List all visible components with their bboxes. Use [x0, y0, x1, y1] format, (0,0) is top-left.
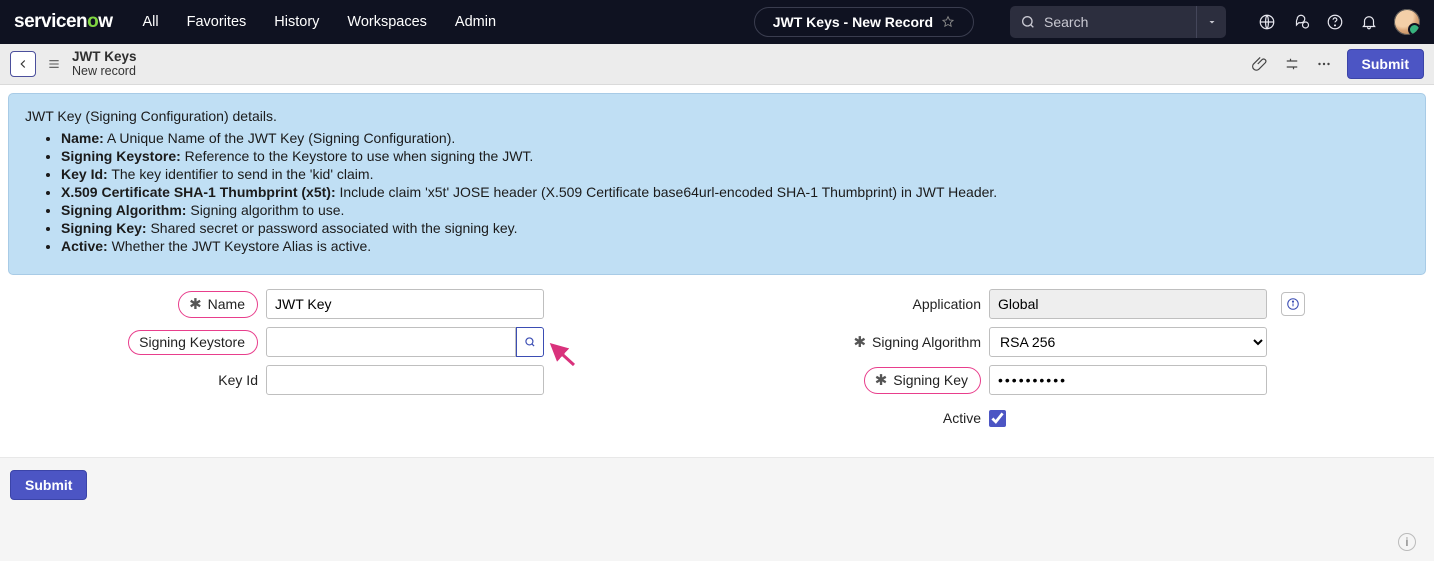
required-icon — [875, 371, 888, 389]
form-header-actions: Submit — [1251, 49, 1424, 79]
info-item: X.509 Certificate SHA-1 Thumbprint (x5t)… — [61, 184, 1409, 200]
nav-admin[interactable]: Admin — [455, 14, 496, 30]
name-label: Name — [208, 296, 245, 312]
info-item: Signing Keystore: Reference to the Keyst… — [61, 148, 1409, 164]
signing-key-input[interactable] — [989, 365, 1267, 395]
menu-icon — [46, 56, 62, 72]
caret-down-icon — [1206, 16, 1218, 28]
nav-history[interactable]: History — [274, 14, 319, 30]
signing-algorithm-select[interactable]: RSA 256 — [989, 327, 1267, 357]
search-icon — [1020, 14, 1036, 30]
personalize-icon[interactable] — [1283, 55, 1301, 73]
chevron-left-icon — [16, 57, 30, 71]
more-actions-icon[interactable] — [1315, 55, 1333, 73]
form-col-right: Application Signing Algorithm RSA 256 Si… — [737, 289, 1420, 441]
info-item: Name: A Unique Name of the JWT Key (Sign… — [61, 130, 1409, 146]
servicenow-logo: servicenow — [14, 11, 113, 33]
form-body: Name Signing Keystore Key Id — [0, 285, 1434, 457]
signing-keystore-label-highlight: Signing Keystore — [128, 330, 258, 355]
page-title-block: JWT Keys New record — [72, 50, 137, 79]
pill-label: JWT Keys - New Record — [773, 14, 933, 30]
attachment-icon[interactable] — [1251, 55, 1269, 73]
search-input[interactable]: Search — [1010, 6, 1196, 38]
search-dropdown[interactable] — [1196, 6, 1226, 38]
signing-algorithm-label: Signing Algorithm — [872, 334, 981, 350]
key-id-label: Key Id — [218, 372, 258, 388]
form-footer: Submit i — [0, 457, 1434, 561]
name-label-highlight: Name — [178, 291, 258, 318]
active-label: Active — [943, 410, 981, 426]
help-icon[interactable] — [1326, 13, 1344, 31]
required-icon — [189, 295, 202, 313]
signing-key-label-highlight: Signing Key — [864, 367, 981, 394]
global-nav: All Favorites History Workspaces Admin — [143, 14, 497, 30]
signing-keystore-input[interactable] — [266, 327, 516, 357]
signing-key-label: Signing Key — [893, 372, 968, 388]
back-button[interactable] — [10, 51, 36, 77]
globe-icon[interactable] — [1258, 13, 1276, 31]
nav-workspaces[interactable]: Workspaces — [347, 14, 427, 30]
footer-info-icon[interactable]: i — [1398, 533, 1416, 551]
signing-keystore-lookup-button[interactable] — [516, 327, 544, 357]
page-title: JWT Keys — [72, 50, 137, 65]
submit-button-header[interactable]: Submit — [1347, 49, 1424, 79]
application-label: Application — [913, 296, 982, 312]
name-input[interactable] — [266, 289, 544, 319]
info-item: Active: Whether the JWT Keystore Alias i… — [61, 238, 1409, 254]
submit-button-footer[interactable]: Submit — [10, 470, 87, 500]
info-list: Name: A Unique Name of the JWT Key (Sign… — [25, 130, 1409, 254]
page-subtitle: New record — [72, 65, 137, 79]
required-icon — [853, 333, 866, 351]
active-checkbox[interactable] — [989, 410, 1006, 427]
info-item: Signing Key: Shared secret or password a… — [61, 220, 1409, 236]
signing-keystore-label: Signing Keystore — [139, 334, 245, 350]
search-icon — [523, 335, 537, 349]
info-item: Signing Algorithm: Signing algorithm to … — [61, 202, 1409, 218]
application-info-button[interactable] — [1281, 292, 1305, 316]
info-icon — [1286, 297, 1300, 311]
form-col-left: Name Signing Keystore Key Id — [14, 289, 697, 441]
user-avatar[interactable] — [1394, 9, 1420, 35]
info-lead: JWT Key (Signing Configuration) details. — [25, 108, 1409, 124]
global-header: servicenow All Favorites History Workspa… — [0, 0, 1434, 44]
nav-favorites[interactable]: Favorites — [187, 14, 247, 30]
topbar-icons — [1258, 9, 1420, 35]
chat-icon[interactable] — [1292, 13, 1310, 31]
info-panel: JWT Key (Signing Configuration) details.… — [8, 93, 1426, 275]
bell-icon[interactable] — [1360, 13, 1378, 31]
star-icon[interactable] — [941, 15, 955, 29]
nav-all[interactable]: All — [143, 14, 159, 30]
context-menu-button[interactable] — [46, 56, 62, 72]
global-search: Search — [1010, 6, 1226, 38]
form-header: JWT Keys New record Submit — [0, 44, 1434, 85]
search-placeholder: Search — [1044, 14, 1088, 30]
application-input — [989, 289, 1267, 319]
info-item: Key Id: The key identifier to send in th… — [61, 166, 1409, 182]
key-id-input[interactable] — [266, 365, 544, 395]
breadcrumb-pill[interactable]: JWT Keys - New Record — [754, 7, 974, 37]
